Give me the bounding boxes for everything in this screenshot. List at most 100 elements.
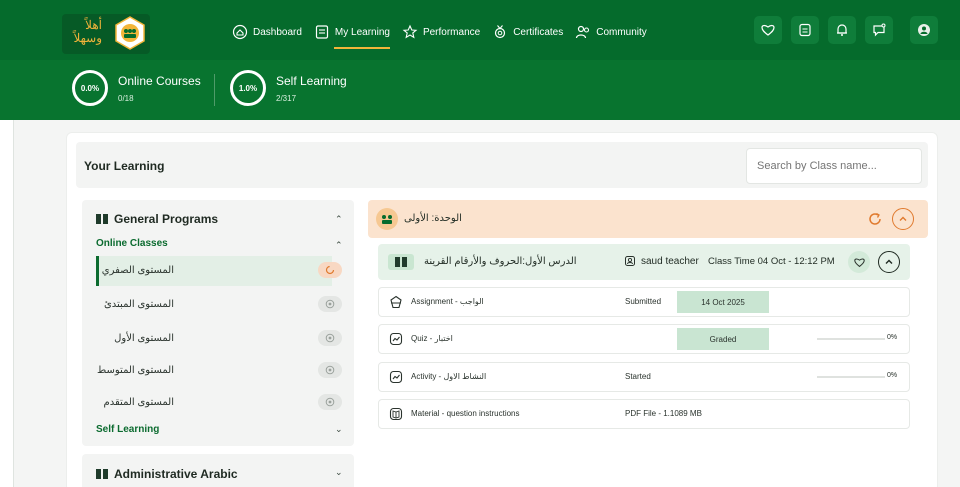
document-icon — [799, 23, 811, 37]
online-classes-label[interactable]: Online Classes — [96, 238, 168, 249]
unit-title: الوحدة: الأولى — [404, 213, 462, 224]
activity-status: Submitted — [625, 297, 662, 306]
level-name: المستوى المتقدم — [103, 397, 174, 408]
submission-date-badge: 14 Oct 2025 — [677, 291, 769, 313]
locked-status-icon — [318, 330, 342, 346]
self-learning-count: 2/317 — [276, 93, 297, 103]
users-icon — [576, 25, 590, 39]
collapse-lesson-button[interactable] — [878, 251, 900, 273]
nav-dashboard[interactable]: Dashboard — [232, 20, 302, 44]
chevron-up-icon[interactable]: ⌃ — [335, 214, 343, 225]
in-progress-icon — [318, 262, 342, 278]
nav-certificates-label: Certificates — [513, 26, 564, 38]
heart-icon — [761, 24, 775, 36]
activity-name: Material - question instructions — [411, 409, 520, 418]
logo-text: أهلاً وسهلاً — [73, 18, 102, 45]
nav-performance-label: Performance — [422, 26, 481, 38]
refresh-button[interactable] — [864, 208, 886, 230]
graded-badge: Graded — [677, 328, 769, 350]
nav-community-label: Community — [596, 26, 647, 38]
refresh-icon — [869, 212, 881, 225]
online-courses-count: 0/18 — [118, 93, 134, 103]
main-nav: Dashboard My Learning Performance Certif… — [232, 20, 647, 49]
chevron-up-icon — [899, 216, 907, 221]
progress-percent: 0% — [887, 372, 898, 379]
activity-row-quiz[interactable]: Quiz - اختبار Graded 0% — [378, 324, 910, 354]
nav-performance[interactable]: Performance — [402, 20, 480, 44]
file-info: PDF File - 1.1089 MB — [625, 409, 702, 418]
activity-name: Quiz - اختبار — [411, 334, 453, 343]
level-name: المستوى المتوسط — [97, 365, 174, 376]
favorite-lesson-button[interactable] — [848, 251, 870, 273]
administrative-arabic-header: Administrative Arabic — [96, 467, 238, 481]
messages-button[interactable] — [865, 16, 893, 44]
class-time: Class Time 04 Oct - 12:12 PM — [708, 256, 835, 267]
notifications-button[interactable] — [828, 16, 856, 44]
self-learning-ring: 1.0% — [230, 70, 266, 106]
administrative-arabic-label: Administrative Arabic — [114, 467, 238, 481]
teacher-icon — [625, 256, 635, 266]
logo[interactable]: أهلاً وسهلاً — [62, 14, 150, 54]
chevron-up-icon — [885, 259, 893, 264]
stats-divider — [214, 74, 215, 106]
level-name: المستوى المبتدئ — [103, 299, 174, 310]
stat-self-learning[interactable]: 1.0% Self Learning 2/317 — [230, 70, 347, 106]
chevron-down-icon[interactable]: ⌄ — [335, 424, 343, 435]
chevron-up-icon[interactable]: ⌃ — [335, 240, 343, 251]
teacher-info: saud teacher — [624, 255, 699, 267]
lesson-header[interactable]: الدرس الأول:الحروف والأرقام القرينة saud… — [378, 244, 910, 280]
heart-icon — [853, 257, 865, 267]
star-icon — [402, 24, 418, 39]
documents-button[interactable] — [791, 16, 819, 44]
lesson-title: الدرس الأول:الحروف والأرقام القرينة — [424, 256, 577, 267]
book-icon — [96, 214, 108, 224]
general-programs-header[interactable]: General Programs — [96, 212, 218, 226]
locked-status-icon — [318, 362, 342, 378]
quiz-icon — [389, 332, 403, 346]
activity-name: Activity - النشاط الاول — [411, 372, 487, 381]
unit-icon — [376, 208, 398, 230]
level-item[interactable]: المستوى المبتدئ — [96, 290, 342, 320]
activity-name: Assignment - الواجب — [411, 297, 484, 306]
class-search-input[interactable] — [746, 148, 922, 184]
unit-header[interactable]: الوحدة: الأولى — [368, 200, 928, 238]
nav-community[interactable]: Community — [575, 20, 647, 44]
programs-sidebar: General Programs ⌃ Online Classes ⌃ المس… — [82, 200, 354, 446]
progress-percent: 0% — [887, 334, 898, 341]
online-courses-label: Online Courses — [118, 73, 201, 88]
notebook-icon — [315, 25, 329, 39]
general-programs-label: General Programs — [114, 212, 219, 226]
stat-online-courses[interactable]: 0.0% Online Courses 0/18 — [72, 70, 201, 106]
nav-my-learning-label: My Learning — [334, 26, 390, 38]
chevron-down-icon[interactable]: ⌄ — [335, 467, 343, 478]
activity-row-activity[interactable]: Activity - النشاط الاول Started 0% — [378, 362, 910, 392]
locked-status-icon — [318, 394, 342, 410]
level-name: المستوى الصفري — [101, 265, 174, 276]
nav-dashboard-label: Dashboard — [253, 26, 302, 38]
logo-badge-icon — [115, 16, 145, 50]
progress-stats-bar: 0.0% Online Courses 0/18 1.0% Self Learn… — [0, 60, 960, 120]
nav-certificates[interactable]: Certificates — [492, 20, 563, 44]
level-item[interactable]: المستوى الأول — [96, 324, 342, 354]
teacher-name: saud teacher — [641, 255, 699, 267]
level-item[interactable]: المستوى الصفري — [96, 256, 342, 286]
nav-my-learning[interactable]: My Learning — [314, 20, 390, 49]
level-item[interactable]: المستوى المتقدم — [96, 388, 342, 418]
self-learning-section[interactable]: Self Learning — [96, 424, 159, 435]
profile-button[interactable] — [910, 16, 938, 44]
progress-bar — [817, 338, 885, 340]
profile-icon — [918, 24, 930, 36]
collapse-unit-button[interactable] — [892, 208, 914, 230]
bell-icon — [837, 24, 847, 36]
activity-row-assignment[interactable]: Assignment - الواجب Submitted 14 Oct 202… — [378, 287, 910, 317]
level-item[interactable]: المستوى المتوسط — [96, 356, 342, 386]
medal-icon — [495, 25, 506, 39]
level-name: المستوى الأول — [114, 333, 174, 344]
favorites-button[interactable] — [754, 16, 782, 44]
top-navigation-bar: أهلاً وسهلاً Dashboard My Learning Perfo… — [0, 0, 960, 60]
chat-icon — [873, 23, 886, 37]
activity-row-material[interactable]: Material - question instructions PDF Fil… — [378, 399, 910, 429]
online-courses-ring: 0.0% — [72, 70, 108, 106]
progress-bar — [817, 376, 885, 378]
administrative-arabic-section[interactable]: Administrative Arabic ⌄ — [82, 454, 354, 487]
